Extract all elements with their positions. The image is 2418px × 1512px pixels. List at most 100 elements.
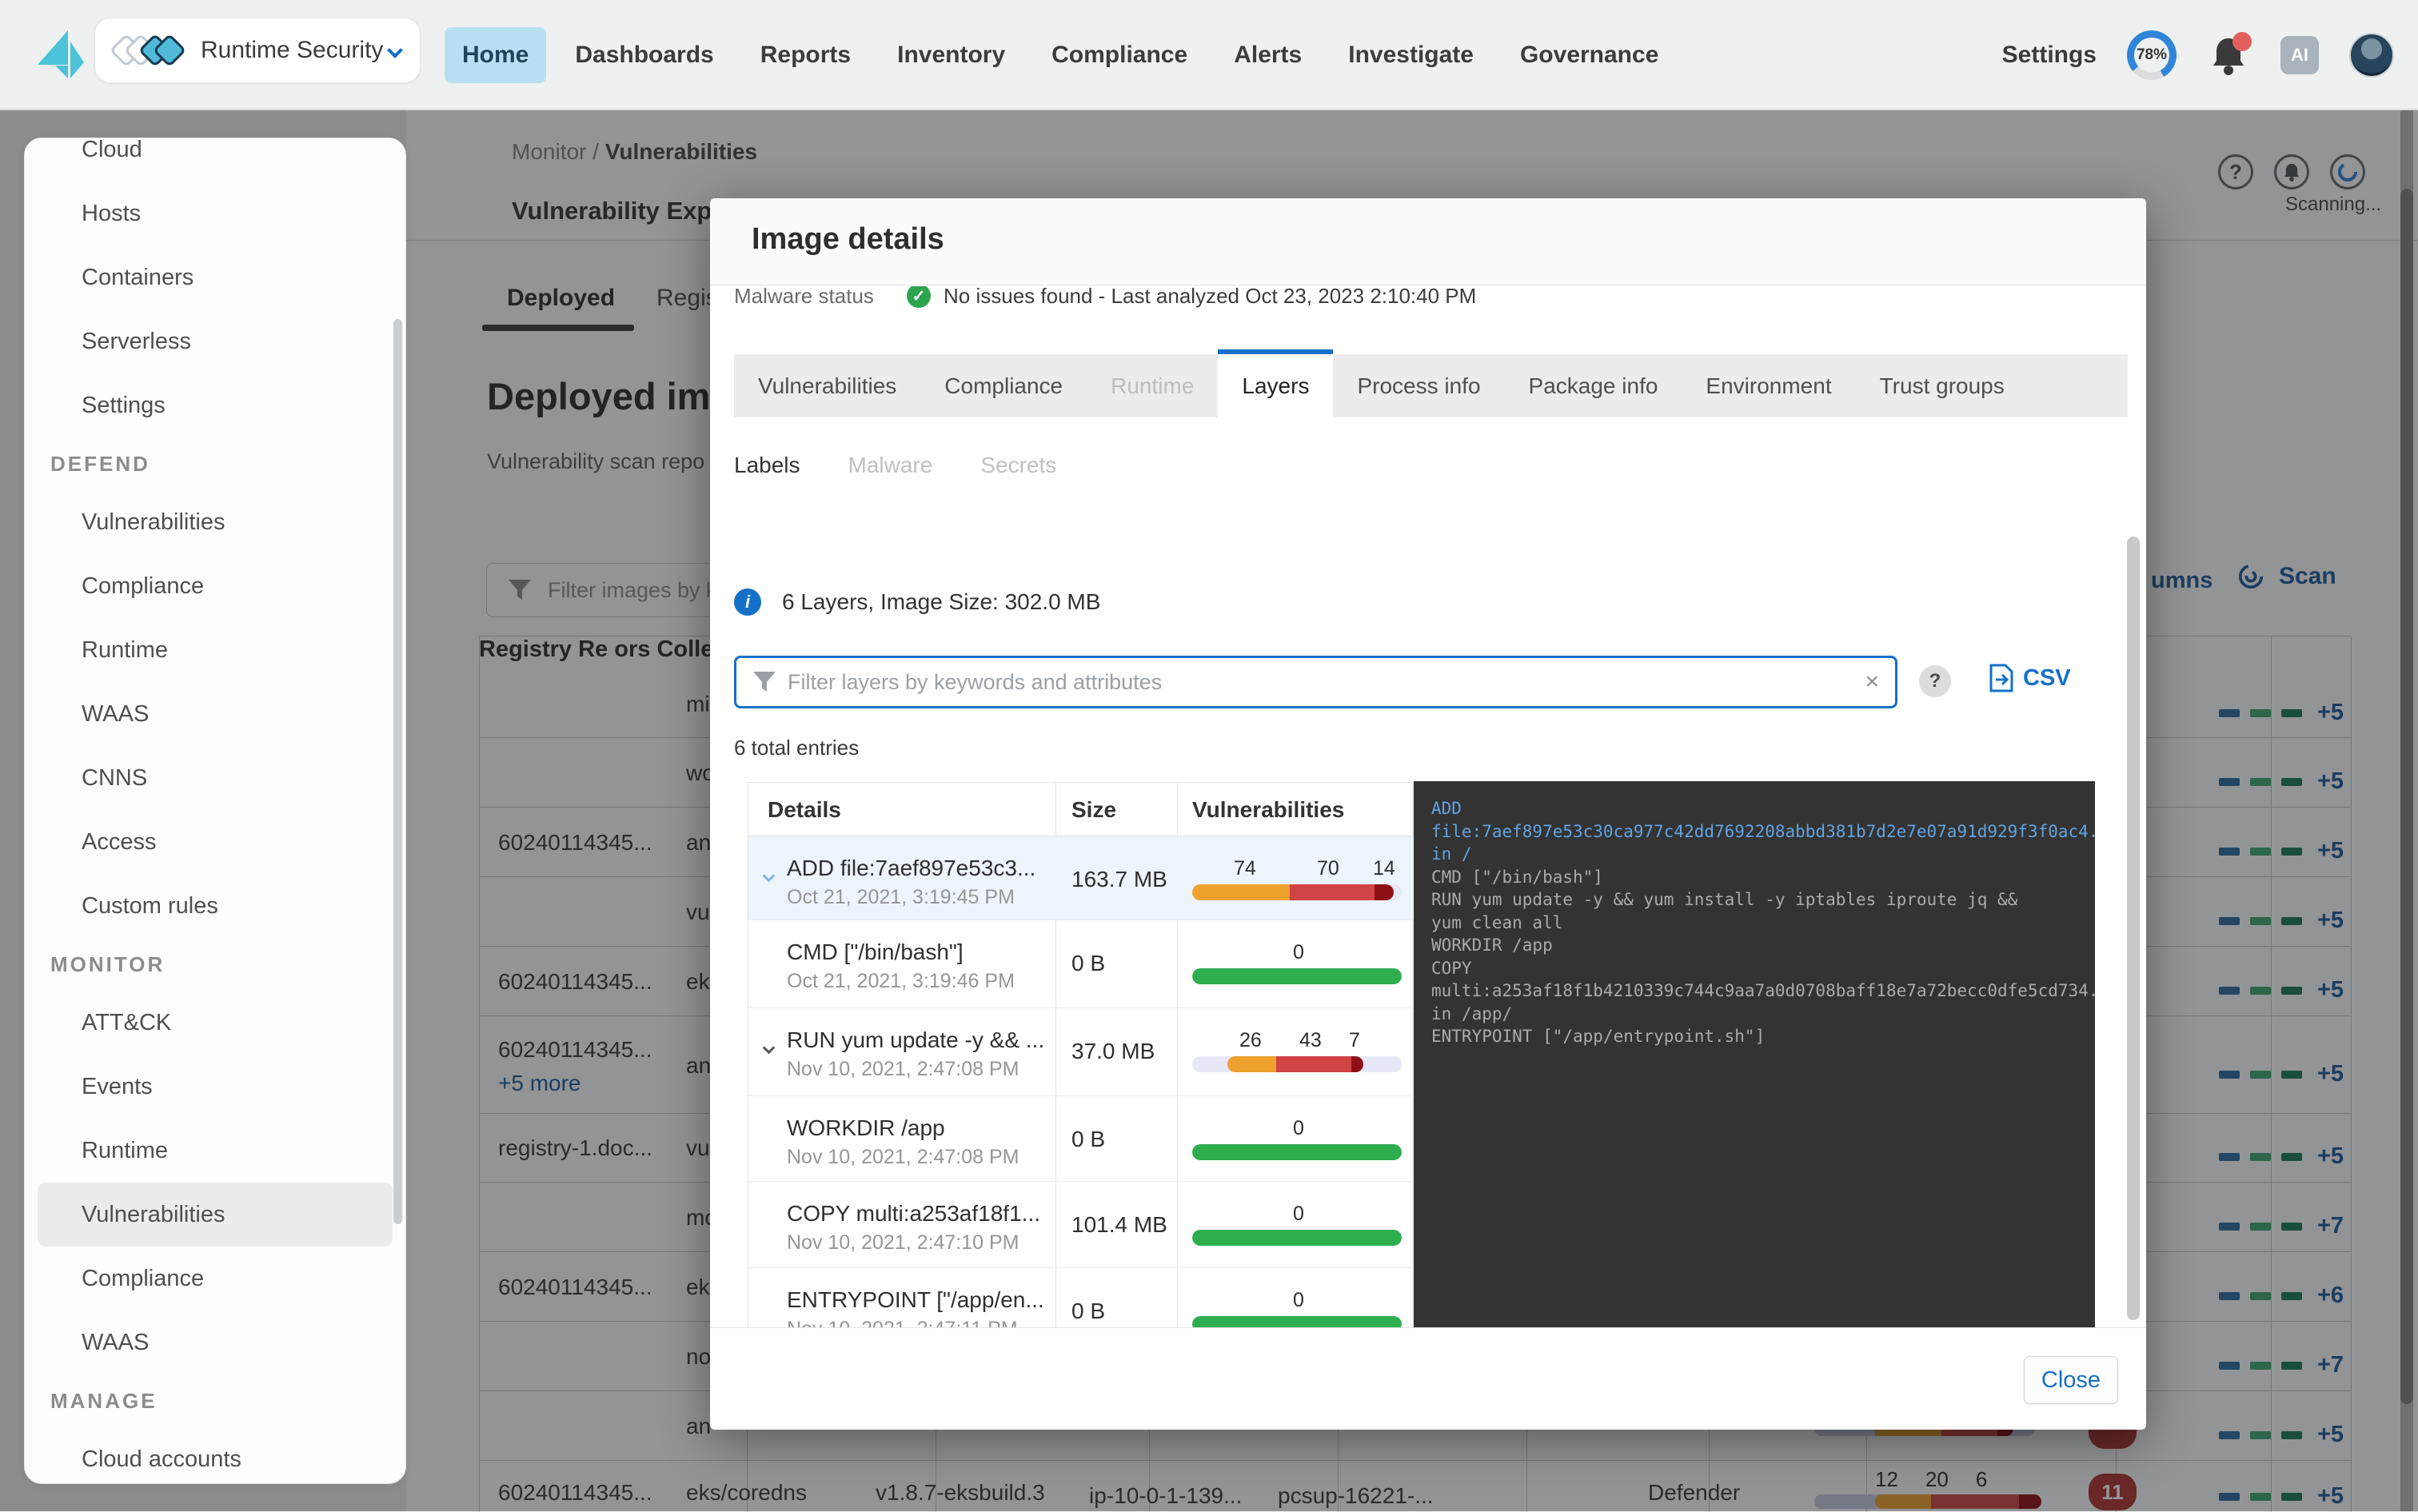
sidebar-item-defend-runtime[interactable]: Runtime [38,618,393,682]
sidebar-item-hosts[interactable]: Hosts [38,182,393,245]
vulnerability-bar: 0 [1192,1182,1402,1267]
filter-funnel-icon [752,671,776,693]
prisma-cloud-logo-icon [36,29,86,80]
sidebar-item-attack[interactable]: ATT&CK [38,991,393,1055]
filter-help-button[interactable]: ? [1919,665,1951,697]
close-button[interactable]: Close [2024,1356,2118,1404]
image-details-modal: Image details Malware status ✓ No issues… [710,198,2146,1430]
chevron-down-icon[interactable] [763,1042,776,1055]
tab-process-info[interactable]: Process info [1333,354,1504,417]
malware-status-value: No issues found - Last analyzed Oct 23, … [944,286,1476,309]
notification-dot [2232,32,2252,51]
col-header-details[interactable]: Details [768,797,841,823]
sidebar-item-serverless[interactable]: Serverless [38,309,393,373]
sidebar-item-cloud-accounts[interactable]: Cloud accounts [38,1427,393,1484]
filter-clear-icon[interactable]: × [1865,668,1879,696]
code-line: in / [1431,844,1472,864]
col-header-size[interactable]: Size [1071,797,1116,823]
notifications-bell-icon[interactable] [2207,34,2250,77]
usage-progress-ring[interactable]: 78% [2127,30,2177,80]
layers-filter-field[interactable]: × [734,656,1897,708]
vulnerability-bar: 0 [1192,1096,1402,1181]
layer-command: WORKDIR /app [787,1115,945,1141]
col-header-vulnerabilities[interactable]: Vulnerabilities [1192,797,1344,823]
product-selector-dropdown[interactable]: Runtime Security [94,18,421,83]
usage-percent-label: 78% [2134,38,2169,73]
sidebar-item-events[interactable]: Events [38,1055,393,1119]
layer-size: 101.4 MB [1071,1212,1167,1238]
sidebar-item-settings[interactable]: Settings [38,373,393,437]
nav-item-home[interactable]: Home [445,27,546,83]
layers-info-text: 6 Layers, Image Size: 302.0 MB [782,589,1100,615]
layer-command: ENTRYPOINT ["/app/en... [787,1287,1044,1313]
tab-package-info[interactable]: Package info [1505,354,1682,417]
nav-item-reports[interactable]: Reports [743,27,868,83]
sidebar-section-monitor: MONITOR [25,938,405,991]
chevron-down-icon[interactable] [763,870,776,883]
user-avatar[interactable] [2349,33,2394,78]
layer-date: Oct 21, 2021, 3:19:46 PM [787,970,1015,993]
nav-item-inventory[interactable]: Inventory [880,27,1023,83]
sidebar-item-defend-compliance[interactable]: Compliance [38,554,393,618]
sidebar-section-defend: DEFEND [25,437,405,490]
vulnerability-bar: 26 43 7 [1192,1008,1402,1095]
check-circle-icon: ✓ [907,286,931,308]
vulnerability-bar: 74 70 14 [1192,836,1402,920]
modal-body-scrollbar[interactable] [2127,537,2140,1320]
settings-link[interactable]: Settings [2002,42,2097,69]
top-navigation-bar: Runtime Security Home Dashboards Reports… [0,0,2418,110]
nav-item-alerts[interactable]: Alerts [1216,27,1319,83]
code-line: file:7aef897e53c30ca977c42dd7692208abbd3… [1431,822,2095,841]
tab-layers[interactable]: Layers [1218,354,1333,417]
code-line: ADD [1431,799,1462,818]
modal-footer: Close [710,1327,2146,1430]
chevron-down-icon [387,42,403,58]
sidebar-scrollbar-thumb[interactable] [393,319,402,1224]
layers-filter-input[interactable] [788,670,1853,695]
sidebar-item-custom-rules[interactable]: Custom rules [38,874,393,938]
modal-header: Image details [710,198,2146,285]
vulnerability-bar: 0 [1192,920,1402,1007]
sidebar-item-containers[interactable]: Containers [38,245,393,309]
layers-table: Details Size Vulnerabilities ADD file:7a… [748,782,1414,1327]
modal-body: Malware status ✓ No issues found - Last … [710,286,2146,1327]
layer-row-entrypoint[interactable]: ENTRYPOINT ["/app/en... Nov 10, 2021, 2:… [748,1268,1414,1327]
layer-size: 0 B [1071,1299,1105,1324]
nav-item-investigate[interactable]: Investigate [1331,27,1491,83]
layer-row-run-yum[interactable]: RUN yum update -y && ... Nov 10, 2021, 2… [748,1008,1414,1096]
tab-compliance[interactable]: Compliance [920,354,1087,417]
subtab-malware: Malware [848,453,933,478]
layer-command: RUN yum update -y && ... [787,1027,1044,1053]
dockerfile-code-panel[interactable]: ADD file:7aef897e53c30ca977c42dd7692208a… [1414,781,2095,1327]
ai-assistant-icon[interactable]: AI [2280,36,2319,74]
sidebar-item-monitor-waas[interactable]: WAAS [38,1311,393,1374]
layer-row-copy[interactable]: COPY multi:a253af18f1... Nov 10, 2021, 2… [748,1182,1414,1268]
layer-command: CMD ["/bin/bash"] [787,940,964,965]
code-line: WORKDIR /app [1431,936,1553,955]
code-line: ENTRYPOINT ["/app/entrypoint.sh"] [1431,1027,1765,1046]
nav-item-compliance[interactable]: Compliance [1034,27,1205,83]
layer-date: Nov 10, 2021, 2:47:08 PM [787,1058,1019,1081]
sidebar-item-cnns[interactable]: CNNS [38,746,393,810]
sidebar-item-monitor-compliance[interactable]: Compliance [38,1247,393,1311]
layer-row-add-file[interactable]: ADD file:7aef897e53c3... Oct 21, 2021, 3… [748,836,1414,920]
tab-trust-groups[interactable]: Trust groups [1856,354,2029,417]
sidebar-item-defend-vulnerabilities[interactable]: Vulnerabilities [38,490,393,554]
subtab-secrets: Secrets [980,453,1056,478]
sidebar-item-cloud[interactable]: Cloud [38,138,393,182]
nav-item-dashboards[interactable]: Dashboards [557,27,731,83]
subtab-labels[interactable]: Labels [734,453,800,478]
tab-environment[interactable]: Environment [1682,354,1855,417]
vulnerability-bar: 0 [1192,1268,1402,1327]
nav-item-governance[interactable]: Governance [1502,27,1676,83]
sidebar-item-monitor-runtime[interactable]: Runtime [38,1119,393,1183]
layer-row-cmd[interactable]: CMD ["/bin/bash"] Oct 21, 2021, 3:19:46 … [748,920,1414,1008]
csv-export-button[interactable]: CSV [1989,664,2071,692]
layer-size: 163.7 MB [1071,867,1167,892]
modal-subtab-bar: Labels Malware Secrets [734,453,1056,478]
sidebar-item-defend-waas[interactable]: WAAS [38,682,393,746]
sidebar-item-access[interactable]: Access [38,810,393,874]
sidebar-item-monitor-vulnerabilities[interactable]: Vulnerabilities [38,1183,393,1247]
tab-vulnerabilities[interactable]: Vulnerabilities [734,354,920,417]
layer-row-workdir[interactable]: WORKDIR /app Nov 10, 2021, 2:47:08 PM 0 … [748,1096,1414,1182]
